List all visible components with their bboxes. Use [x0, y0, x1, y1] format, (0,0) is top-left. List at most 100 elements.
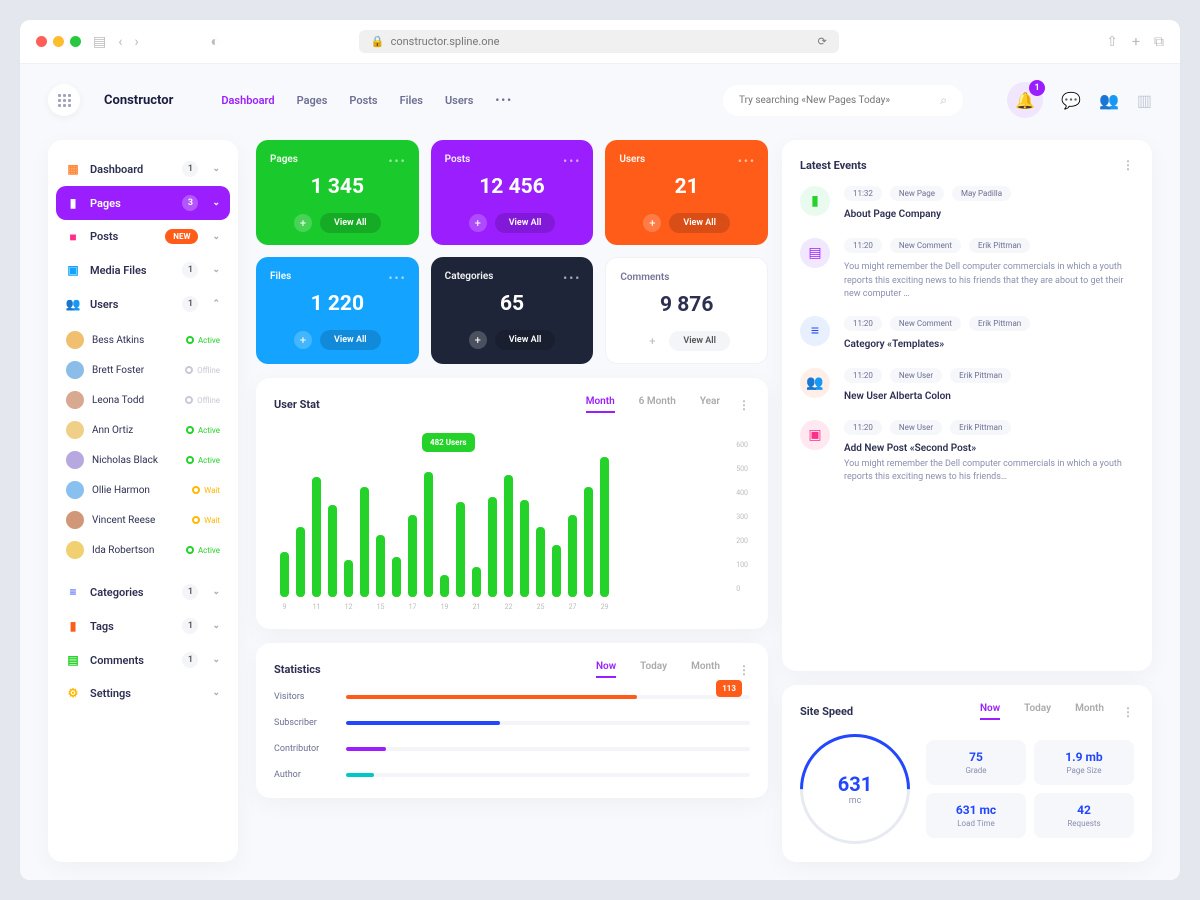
tab-month[interactable]: Month: [586, 396, 615, 413]
add-icon[interactable]: +: [643, 214, 661, 232]
event-item[interactable]: 👥 11:20New UserErik Pittman New User Alb…: [800, 368, 1134, 406]
app-logo[interactable]: [48, 84, 80, 116]
view-all-button[interactable]: View All: [495, 330, 556, 350]
more-icon[interactable]: ⋮: [1122, 158, 1134, 172]
more-icon[interactable]: ⋮: [738, 398, 750, 412]
user-row[interactable]: Ann Ortiz Active: [66, 415, 220, 445]
sidebar-item-comments[interactable]: ▤ Comments 1 ⌄: [56, 643, 230, 677]
notifications-button[interactable]: 🔔 1: [1007, 82, 1043, 118]
nav-posts[interactable]: Posts: [349, 94, 377, 107]
event-item[interactable]: ▮ 11:32New PageMay Padilla About Page Co…: [800, 186, 1134, 224]
url-bar[interactable]: 🔒 constructor.spline.one ⟳: [359, 30, 839, 53]
event-item[interactable]: ≡ 11:20New CommentErik Pittman Category …: [800, 316, 1134, 354]
stats-icon[interactable]: ▥: [1137, 91, 1152, 110]
tab-6month[interactable]: 6 Month: [639, 396, 676, 413]
chevron-down-icon: ⌄: [212, 232, 220, 242]
chevron-down-icon: ⌄: [212, 655, 220, 665]
chart-bar: [600, 457, 609, 597]
window-controls[interactable]: [36, 36, 81, 47]
chart-bar: [392, 557, 401, 597]
browser-window: ▤ ‹ › ◐ 🔒 constructor.spline.one ⟳ ⇧ + ⧉…: [20, 20, 1180, 880]
sidebar-item-users[interactable]: 👥 Users 1 ⌃: [56, 287, 230, 321]
speed-cell: 75Grade: [926, 740, 1026, 785]
nav-pages[interactable]: Pages: [297, 94, 328, 107]
chevron-up-icon: ⌃: [212, 299, 220, 309]
chat-icon[interactable]: 💬: [1061, 91, 1081, 110]
sidebar-item-tags[interactable]: ▮ Tags 1 ⌄: [56, 609, 230, 643]
more-icon[interactable]: •••: [563, 154, 581, 168]
search-input[interactable]: [739, 95, 932, 106]
view-all-button[interactable]: View All: [320, 213, 381, 233]
user-row[interactable]: Brett Foster Offline: [66, 355, 220, 385]
speed-stats: 75Grade1.9 mbPage Size631 mcLoad Time42R…: [926, 740, 1134, 838]
search-box[interactable]: ⌕: [723, 85, 963, 116]
nav-users[interactable]: Users: [445, 94, 473, 107]
more-icon[interactable]: •••: [563, 271, 581, 285]
sidebar-item-settings[interactable]: ⚙ Settings ⌄: [56, 677, 230, 709]
metric-tiles: Pages ••• 1 345 + View All Posts ••• 12 …: [256, 140, 768, 364]
add-icon[interactable]: +: [643, 332, 661, 350]
tab-today[interactable]: Today: [640, 661, 667, 678]
forward-icon[interactable]: ›: [134, 34, 138, 50]
tab-now[interactable]: Now: [596, 661, 616, 678]
sidebar-item-pages[interactable]: ▮ Pages 3 ⌄: [56, 186, 230, 220]
sidebar-item-dashboard[interactable]: ▦ Dashboard 1 ⌄: [56, 152, 230, 186]
more-icon[interactable]: •••: [389, 271, 407, 285]
new-tab-icon[interactable]: +: [1132, 34, 1140, 50]
sidebar-item-categories[interactable]: ≡ Categories 1 ⌄: [56, 575, 230, 609]
sidebar-toggle-icon[interactable]: ▤: [93, 34, 106, 50]
view-all-button[interactable]: View All: [669, 213, 730, 233]
speed-cell: 1.9 mbPage Size: [1034, 740, 1134, 785]
more-icon[interactable]: •••: [389, 154, 407, 168]
metric-tile: Comments ••• 9 876 + View All: [605, 257, 768, 364]
back-icon[interactable]: ‹: [118, 34, 122, 50]
people-icon[interactable]: 👥: [1099, 91, 1119, 110]
view-all-button[interactable]: View All: [669, 331, 730, 351]
nav-dashboard[interactable]: Dashboard: [221, 94, 274, 107]
user-row[interactable]: Ida Robertson Active: [66, 535, 220, 565]
user-row[interactable]: Nicholas Black Active: [66, 445, 220, 475]
add-icon[interactable]: +: [469, 331, 487, 349]
chart-bar: [456, 502, 465, 597]
sidebar-item-posts[interactable]: ■ Posts NEW ⌄: [56, 220, 230, 253]
refresh-icon[interactable]: ⟳: [818, 35, 827, 48]
top-nav: Dashboard Pages Posts Files Users •••: [221, 94, 513, 107]
chart-bar: [360, 487, 369, 597]
media-icon: ▣: [66, 263, 80, 277]
more-icon[interactable]: ⋮: [738, 663, 750, 677]
tab-today[interactable]: Today: [1024, 703, 1051, 720]
more-icon[interactable]: ⋮: [1122, 705, 1134, 719]
stat-row: Author: [274, 770, 750, 780]
event-item[interactable]: ▣ 11:20New UserErik Pittman Add New Post…: [800, 420, 1134, 485]
view-all-button[interactable]: View All: [320, 330, 381, 350]
more-icon[interactable]: •••: [738, 154, 756, 168]
tab-now[interactable]: Now: [980, 703, 1000, 720]
user-row[interactable]: Vincent Reese Wait: [66, 505, 220, 535]
nav-files[interactable]: Files: [400, 94, 423, 107]
avatar: [66, 481, 84, 499]
add-icon[interactable]: +: [294, 214, 312, 232]
page-icon: ▮: [66, 196, 80, 210]
search-icon[interactable]: ⌕: [940, 93, 947, 108]
event-icon: ≡: [800, 316, 830, 346]
user-row[interactable]: Leona Todd Offline: [66, 385, 220, 415]
share-icon[interactable]: ⇧: [1106, 34, 1118, 50]
chart-bar: [536, 527, 545, 597]
nav-more[interactable]: •••: [495, 94, 513, 107]
add-icon[interactable]: +: [469, 214, 487, 232]
user-row[interactable]: Ollie Harmon Wait: [66, 475, 220, 505]
brand: Constructor: [104, 93, 173, 108]
user-row[interactable]: Bess Atkins Active: [66, 325, 220, 355]
sidebar-item-media[interactable]: ▣ Media Files 1 ⌄: [56, 253, 230, 287]
shield-icon[interactable]: ◐: [211, 33, 219, 50]
top-bar: Constructor Dashboard Pages Posts Files …: [48, 82, 1152, 118]
add-icon[interactable]: +: [294, 331, 312, 349]
more-icon[interactable]: •••: [737, 272, 755, 286]
event-item[interactable]: ▤ 11:20New CommentErik Pittman You might…: [800, 238, 1134, 302]
tabs-icon[interactable]: ⧉: [1154, 34, 1164, 50]
tab-month[interactable]: Month: [691, 661, 720, 678]
statistics-panel: Statistics Now Today Month ⋮ 113 Visitor…: [256, 643, 768, 798]
view-all-button[interactable]: View All: [495, 213, 556, 233]
tab-year[interactable]: Year: [700, 396, 720, 413]
tab-month[interactable]: Month: [1075, 703, 1104, 720]
